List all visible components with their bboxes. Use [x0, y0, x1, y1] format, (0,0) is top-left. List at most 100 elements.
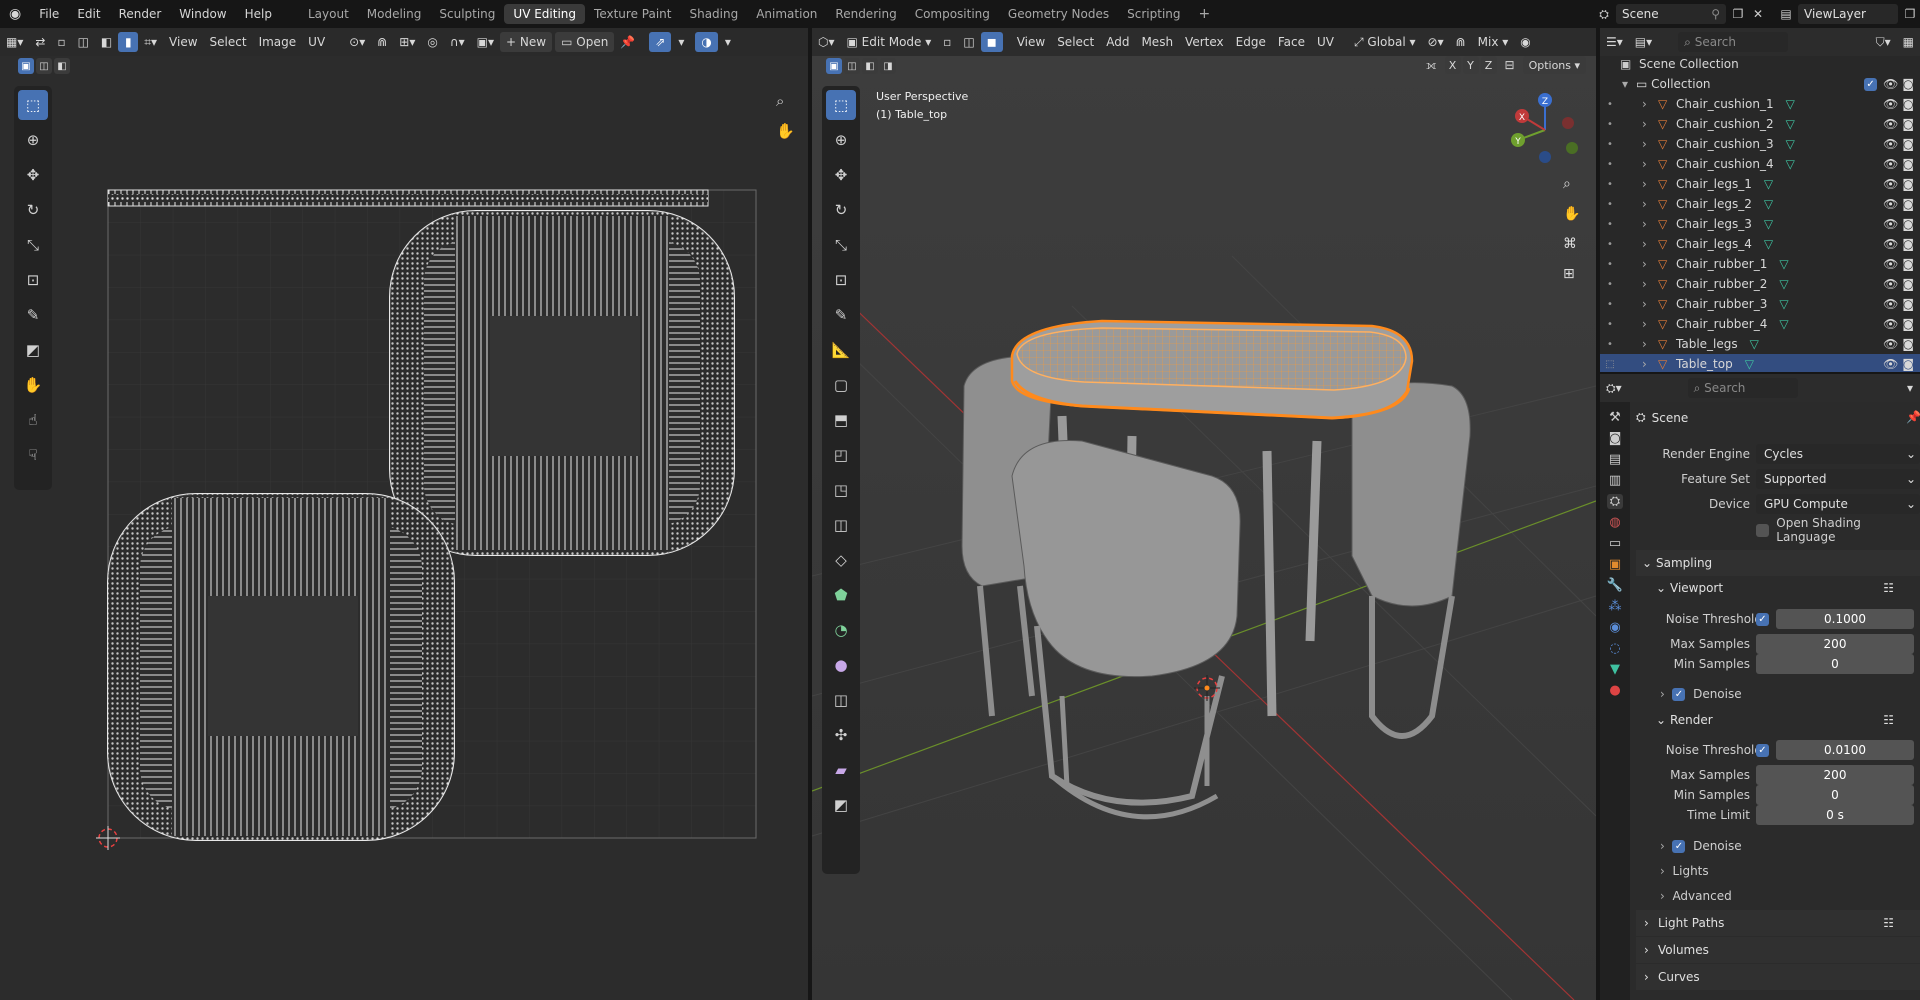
mesh-data-icon[interactable]: ▽: [1764, 237, 1773, 251]
edit-dot-icon[interactable]: •: [1600, 119, 1620, 130]
render-tab-icon[interactable]: ◙: [1609, 431, 1622, 446]
blender-logo-icon[interactable]: ◉: [0, 0, 30, 28]
mirror-y-toggle[interactable]: Y: [1462, 56, 1479, 74]
navigation-gizmo[interactable]: Z Y X: [1500, 90, 1590, 170]
smooth-tool-icon[interactable]: ●: [826, 650, 856, 680]
bevel-tool-icon[interactable]: ◳: [826, 475, 856, 505]
visibility-eye-icon[interactable]: 👁: [1883, 217, 1898, 231]
edit-dot-icon[interactable]: •: [1600, 199, 1620, 210]
orientation-selector[interactable]: ⤢ Global ▾: [1348, 32, 1422, 52]
mirror-icon[interactable]: ⟗: [1420, 56, 1443, 74]
visibility-eye-icon[interactable]: 👁: [1883, 117, 1898, 131]
mesh-options-icon[interactable]: ⊟: [1499, 56, 1521, 74]
render-camera-icon[interactable]: ◙: [1902, 257, 1914, 271]
poly-build-tool-icon[interactable]: ⬟: [826, 580, 856, 610]
edge-mode-icon[interactable]: ◫: [957, 32, 980, 52]
render-camera-icon[interactable]: ◙: [1902, 237, 1914, 251]
mesh-data-icon[interactable]: ▽: [1779, 297, 1788, 311]
overlay-dropdown-icon[interactable]: ▾: [718, 32, 738, 52]
expand-object-icon[interactable]: ›: [1642, 197, 1658, 211]
edit-dot-icon[interactable]: •: [1600, 319, 1620, 330]
outliner-row[interactable]: ⬚ › ▽ Table_top ▽ 👁 ◙: [1600, 354, 1920, 374]
tab-compositing[interactable]: Compositing: [906, 4, 999, 24]
vp-menu-uv[interactable]: UV: [1311, 32, 1340, 52]
render-camera-icon[interactable]: ◙: [1902, 197, 1914, 211]
snap-mode-selector[interactable]: Mix ▾: [1472, 32, 1515, 52]
editor-type-icon[interactable]: ▦▾: [0, 32, 29, 52]
edit-dot-icon[interactable]: •: [1600, 279, 1620, 290]
render-engine-dropdown[interactable]: Cycles ⌄: [1756, 444, 1920, 464]
edit-dot-icon[interactable]: •: [1600, 139, 1620, 150]
vp-rotate-tool-icon[interactable]: ↻: [826, 195, 856, 225]
menu-window[interactable]: Window: [170, 0, 235, 28]
knife-tool-icon[interactable]: ◇: [826, 545, 856, 575]
r-min-samples-field[interactable]: 0: [1756, 785, 1914, 805]
loop-cut-tool-icon[interactable]: ◫: [826, 510, 856, 540]
snapping-icon[interactable]: ⋒: [1450, 32, 1472, 52]
vp-max-samples-field[interactable]: 200: [1756, 634, 1914, 654]
image-browse-icon[interactable]: ▣▾: [471, 32, 500, 52]
mode-selector[interactable]: ▣ Edit Mode ▾: [841, 32, 938, 52]
edit-dot-icon[interactable]: •: [1600, 219, 1620, 230]
visibility-eye-icon[interactable]: 👁: [1883, 197, 1898, 211]
vp-select-new-icon[interactable]: ▣: [826, 58, 842, 74]
render-camera-icon[interactable]: ◙: [1902, 117, 1914, 131]
proportional-edit-icon[interactable]: ◎: [421, 32, 443, 52]
inset-tool-icon[interactable]: ◰: [826, 440, 856, 470]
expand-object-icon[interactable]: ›: [1642, 337, 1658, 351]
vertex-mode-icon[interactable]: ▫: [937, 32, 957, 52]
lights-subpanel[interactable]: › Lights: [1660, 861, 1709, 881]
vp-noise-threshold-checkbox[interactable]: ✓: [1756, 613, 1769, 626]
vp-transform-tool-icon[interactable]: ⊡: [826, 265, 856, 295]
material-tab-icon[interactable]: ●: [1609, 683, 1620, 698]
options-dropdown[interactable]: Options ▾: [1522, 56, 1587, 74]
outliner-row[interactable]: • › ▽ Chair_legs_4 ▽ 👁 ◙: [1600, 234, 1920, 254]
spin-tool-icon[interactable]: ◔: [826, 615, 856, 645]
overlay-toggle-icon[interactable]: ◑: [695, 32, 718, 52]
island-select-icon[interactable]: ▮: [118, 32, 139, 52]
physics-tab-icon[interactable]: ◉: [1609, 620, 1620, 635]
uv-island-strip[interactable]: [107, 189, 709, 207]
properties-editor-type-icon[interactable]: ⛭▾: [1600, 378, 1628, 398]
snap-target-icon[interactable]: ⊞▾: [393, 32, 421, 52]
outliner-row[interactable]: • › ▽ Chair_rubber_3 ▽ 👁 ◙: [1600, 294, 1920, 314]
outliner-row[interactable]: • › ▽ Chair_rubber_2 ▽ 👁 ◙: [1600, 274, 1920, 294]
render-camera-icon[interactable]: ◙: [1902, 297, 1914, 311]
vertex-select-icon[interactable]: ▫: [51, 32, 71, 52]
delete-scene-icon[interactable]: ✕: [1750, 6, 1766, 22]
expand-object-icon[interactable]: ›: [1642, 237, 1658, 251]
uv-menu-view[interactable]: View: [163, 32, 203, 52]
expand-object-icon[interactable]: ›: [1642, 157, 1658, 171]
extrude-tool-icon[interactable]: ⬒: [826, 405, 856, 435]
pin-properties-icon[interactable]: 📌: [1906, 410, 1920, 424]
render-camera-icon[interactable]: ◙: [1902, 137, 1914, 151]
new-collection-icon[interactable]: ▦: [1897, 32, 1920, 52]
display-mode-icon[interactable]: ▤▾: [1629, 32, 1658, 52]
feature-set-dropdown[interactable]: Supported ⌄: [1756, 469, 1920, 489]
uv-island-bottom[interactable]: [107, 493, 455, 841]
uv-island-top[interactable]: [389, 210, 735, 556]
visibility-eye-icon[interactable]: 👁: [1883, 277, 1898, 291]
vp-menu-edge[interactable]: Edge: [1230, 32, 1272, 52]
tab-uv-editing[interactable]: UV Editing: [504, 4, 586, 24]
viewport-list-icon[interactable]: ☷: [1883, 581, 1894, 595]
edit-dot-icon[interactable]: •: [1600, 179, 1620, 190]
object-tab-icon[interactable]: ▣: [1609, 557, 1621, 572]
face-select-icon[interactable]: ◧: [95, 32, 118, 52]
rip-region-tool-icon[interactable]: ◩: [826, 790, 856, 820]
vp-denoise-row[interactable]: › ✓ Denoise: [1660, 684, 1742, 704]
vp-pan-icon[interactable]: ✋: [1563, 206, 1580, 222]
tab-shading[interactable]: Shading: [680, 4, 747, 24]
edit-dot-icon[interactable]: •: [1600, 299, 1620, 310]
render-camera-icon[interactable]: ◙: [1902, 177, 1914, 191]
ortho-toggle-icon[interactable]: ⊞: [1563, 266, 1575, 282]
vp-noise-threshold-field[interactable]: 0.1000: [1776, 609, 1914, 629]
outliner-editor-type-icon[interactable]: ☰▾: [1600, 32, 1629, 52]
viewport-editor-type-icon[interactable]: ⬡▾: [812, 32, 841, 52]
edit-dot-icon[interactable]: •: [1600, 159, 1620, 170]
collection-tab-icon[interactable]: ▭: [1609, 536, 1621, 551]
measure-tool-icon[interactable]: 📐: [826, 335, 856, 365]
add-workspace-button[interactable]: +: [1190, 4, 1220, 24]
outliner-row[interactable]: • › ▽ Chair_rubber_4 ▽ 👁 ◙: [1600, 314, 1920, 334]
open-image-button[interactable]: ▭ Open: [555, 32, 615, 52]
